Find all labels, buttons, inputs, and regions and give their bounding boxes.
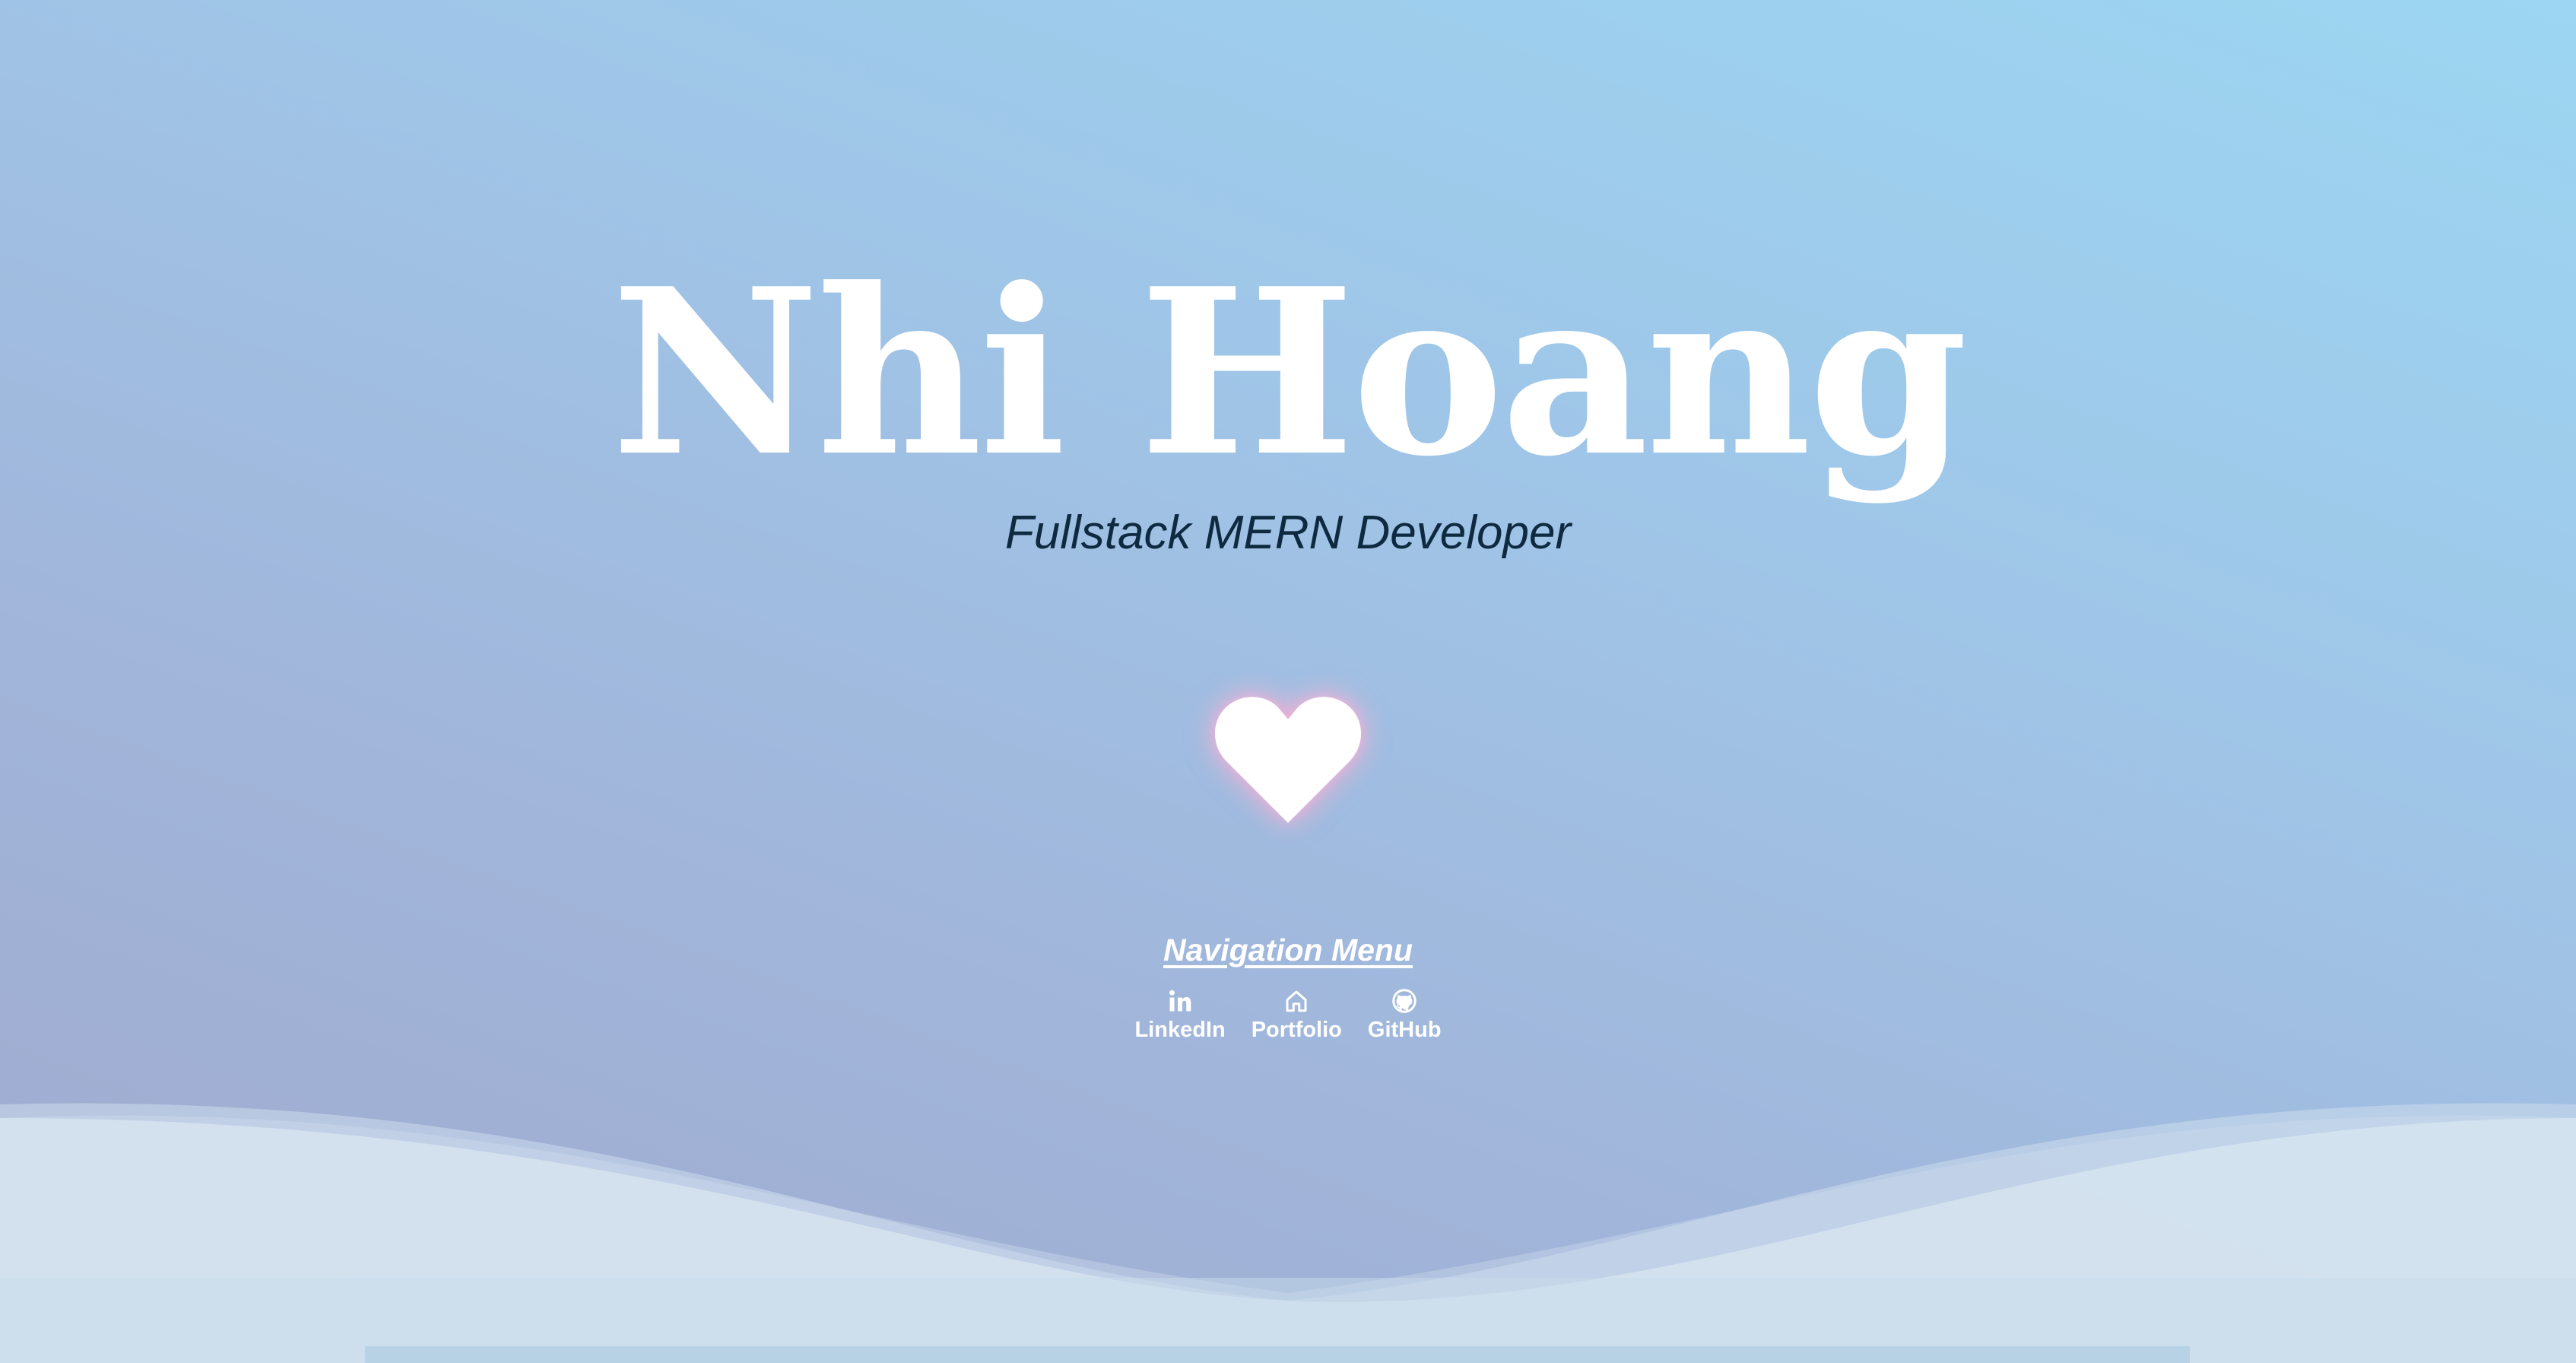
nav-link-linkedin[interactable]: LinkedIn	[1134, 986, 1226, 1043]
linkedin-icon	[1165, 986, 1195, 1016]
nav-link-label: Portfolio	[1251, 1018, 1342, 1042]
github-icon	[1389, 986, 1420, 1016]
hero-subtitle: Fullstack MERN Developer	[1004, 507, 1572, 559]
navigation-menu: LinkedIn Portfolio GitHub	[0, 986, 2576, 1043]
landing-page: Nhi Hoang Fullstack MERN Developer Navig…	[0, 0, 2576, 1363]
nav-link-github[interactable]: GitHub	[1368, 986, 1442, 1043]
wave-decoration	[0, 1095, 2576, 1363]
navigation-menu-title[interactable]: Navigation Menu	[0, 932, 2576, 968]
nav-link-label: LinkedIn	[1134, 1018, 1226, 1042]
heart-icon[interactable]	[1209, 682, 1367, 826]
nav-link-portfolio[interactable]: Portfolio	[1252, 986, 1342, 1043]
hero-name: Nhi Hoang	[611, 238, 1968, 507]
home-icon	[1281, 986, 1312, 1016]
nav-link-label: GitHub	[1367, 1018, 1442, 1042]
